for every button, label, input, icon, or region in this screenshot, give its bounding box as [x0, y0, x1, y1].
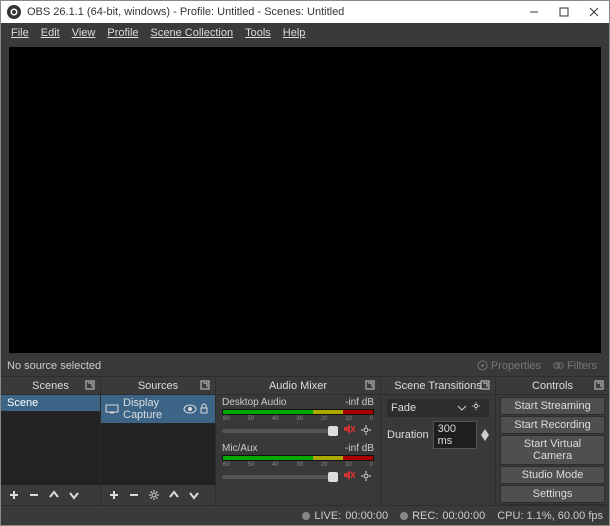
mixer-db: -inf dB: [345, 397, 374, 408]
mixer-name: Mic/Aux: [222, 443, 258, 454]
duration-label: Duration: [387, 429, 429, 441]
source-down-button[interactable]: [185, 487, 203, 503]
mute-button[interactable]: [342, 468, 356, 485]
transition-settings-button[interactable]: [471, 401, 485, 415]
popout-icon[interactable]: [364, 379, 376, 391]
mixer-settings-button[interactable]: [360, 470, 374, 484]
volume-slider[interactable]: [222, 429, 338, 433]
scenes-title: Scenes: [32, 380, 69, 392]
popout-icon[interactable]: [593, 379, 605, 391]
add-source-button[interactable]: [105, 487, 123, 503]
live-dot-icon: [302, 512, 310, 520]
display-icon: [105, 404, 119, 414]
mixer-name: Desktop Audio: [222, 397, 287, 408]
transitions-header: Scene Transitions: [381, 377, 495, 395]
scene-up-button[interactable]: [45, 487, 63, 503]
app-icon: [7, 5, 21, 19]
start-streaming-button[interactable]: Start Streaming: [500, 397, 605, 415]
popout-icon[interactable]: [84, 379, 96, 391]
live-status: LIVE: 00:00:00: [302, 510, 388, 522]
start-virtual-camera-button[interactable]: Start Virtual Camera: [500, 435, 605, 465]
sources-title: Sources: [138, 380, 178, 392]
volume-slider[interactable]: [222, 475, 338, 479]
mixer-header: Audio Mixer: [216, 377, 380, 395]
start-recording-button[interactable]: Start Recording: [500, 416, 605, 434]
maximize-button[interactable]: [549, 1, 579, 23]
minimize-button[interactable]: [519, 1, 549, 23]
controls-header: Controls: [496, 377, 609, 395]
menubar: File Edit View Profile Scene Collection …: [1, 23, 609, 43]
mixer-channel-mic: Mic/Aux-inf dB 6050403020100: [216, 441, 380, 487]
transition-selected: Fade: [391, 402, 457, 414]
duration-input[interactable]: 300 ms: [433, 421, 477, 449]
docks: Scenes Scene Sources Display: [1, 377, 609, 505]
controls-dock: Controls Start Streaming Start Recording…: [496, 377, 609, 505]
statusbar: LIVE: 00:00:00 REC: 00:00:00 CPU: 1.1%, …: [1, 505, 609, 525]
source-up-button[interactable]: [165, 487, 183, 503]
titlebar: OBS 26.1.1 (64-bit, windows) - Profile: …: [1, 1, 609, 23]
app-window: OBS 26.1.1 (64-bit, windows) - Profile: …: [0, 0, 610, 526]
mixer-db: -inf dB: [345, 443, 374, 454]
mixer-channel-desktop: Desktop Audio-inf dB 6050403020100: [216, 395, 380, 441]
rec-status: REC: 00:00:00: [400, 510, 485, 522]
menu-view[interactable]: View: [66, 25, 102, 41]
mute-button[interactable]: [342, 422, 356, 439]
duration-down[interactable]: [481, 435, 489, 441]
menu-file[interactable]: File: [5, 25, 35, 41]
transitions-title: Scene Transitions: [394, 380, 481, 392]
sources-header: Sources: [101, 377, 215, 395]
mixer-title: Audio Mixer: [269, 380, 327, 392]
properties-button: Properties: [471, 358, 547, 374]
visibility-toggle[interactable]: [183, 402, 197, 416]
menu-scene-collection[interactable]: Scene Collection: [145, 25, 240, 41]
menu-tools[interactable]: Tools: [239, 25, 277, 41]
mixer-settings-button[interactable]: [360, 424, 374, 438]
scenes-header: Scenes: [1, 377, 100, 395]
source-name: Display Capture: [123, 397, 183, 421]
scene-item[interactable]: Scene: [1, 395, 100, 411]
transition-select[interactable]: Fade: [387, 399, 489, 417]
cpu-status: CPU: 1.1%, 60.00 fps: [497, 510, 603, 522]
preview-area[interactable]: [1, 43, 609, 355]
volume-meter: [222, 455, 374, 461]
popout-icon[interactable]: [479, 379, 491, 391]
close-button[interactable]: [579, 1, 609, 23]
add-scene-button[interactable]: [5, 487, 23, 503]
window-title: OBS 26.1.1 (64-bit, windows) - Profile: …: [27, 6, 519, 18]
menu-edit[interactable]: Edit: [35, 25, 66, 41]
audio-mixer-dock: Audio Mixer Desktop Audio-inf dB 6050403…: [216, 377, 381, 505]
settings-button[interactable]: Settings: [500, 485, 605, 503]
transitions-dock: Scene Transitions Fade Duration 300 ms: [381, 377, 496, 505]
source-settings-button[interactable]: [145, 487, 163, 503]
source-item[interactable]: Display Capture: [101, 395, 215, 423]
preview-canvas[interactable]: [9, 47, 601, 353]
sources-dock: Sources Display Capture: [101, 377, 216, 505]
filters-button: Filters: [547, 358, 603, 374]
remove-scene-button[interactable]: [25, 487, 43, 503]
remove-source-button[interactable]: [125, 487, 143, 503]
studio-mode-button[interactable]: Studio Mode: [500, 466, 605, 484]
volume-meter: [222, 409, 374, 415]
rec-dot-icon: [400, 512, 408, 520]
menu-profile[interactable]: Profile: [101, 25, 144, 41]
controls-title: Controls: [532, 380, 573, 392]
lock-toggle[interactable]: [197, 402, 211, 416]
scene-down-button[interactable]: [65, 487, 83, 503]
source-toolbar: No source selected Properties Filters: [1, 355, 609, 377]
menu-help[interactable]: Help: [277, 25, 312, 41]
no-source-label: No source selected: [7, 360, 101, 372]
popout-icon[interactable]: [199, 379, 211, 391]
scenes-dock: Scenes Scene: [1, 377, 101, 505]
chevron-down-icon: [457, 403, 467, 413]
